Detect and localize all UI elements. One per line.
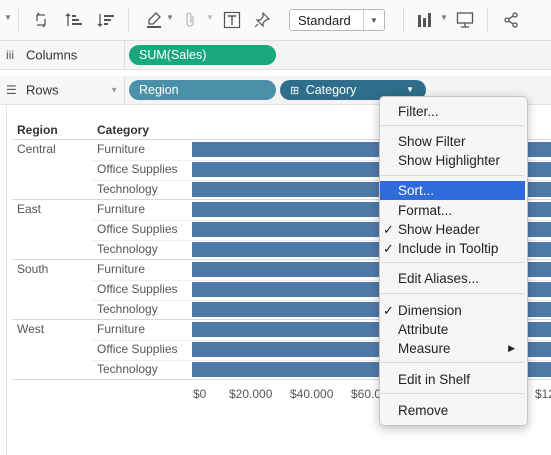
region-label[interactable]: West xyxy=(17,322,44,336)
rows-icon: ☰ xyxy=(6,83,17,97)
columns-label: Columns xyxy=(26,47,78,63)
chevron-down-icon: ▼ xyxy=(363,10,384,30)
menu-item-label: Format... xyxy=(398,203,453,218)
menu-separator xyxy=(381,393,524,394)
category-pill-label: Category xyxy=(305,83,357,97)
expand-icon: ⊞ xyxy=(290,85,300,97)
menu-item-show-header[interactable]: ✓ Show Header xyxy=(380,220,525,239)
menu-item-label: Edit in Shelf xyxy=(398,372,471,387)
menu-item-dimension[interactable]: ✓ Dimension xyxy=(380,301,525,320)
menu-item-label: Show Header xyxy=(398,222,480,237)
menu-item-filter[interactable]: Filter... xyxy=(380,102,525,121)
toolbar: ▼ ▼ ▼ Standard ▼ ▼ xyxy=(0,0,551,41)
mark-type-value: Standard xyxy=(298,13,351,28)
category-label[interactable]: Technology xyxy=(97,302,158,316)
dropdown-caret-icon[interactable]: ▼ xyxy=(4,13,12,22)
menu-item-measure[interactable]: Measure ▶ xyxy=(380,339,525,358)
category-label[interactable]: Office Supplies xyxy=(97,342,178,356)
category-label[interactable]: Office Supplies xyxy=(97,222,178,236)
sort-ascending-icon[interactable] xyxy=(64,10,84,30)
toolbar-divider xyxy=(18,8,19,32)
category-label[interactable]: Furniture xyxy=(97,262,145,276)
toolbar-divider xyxy=(487,8,488,32)
left-pane-edge xyxy=(0,105,7,455)
checkmark-icon: ✓ xyxy=(383,222,394,237)
category-label[interactable]: Technology xyxy=(97,182,158,196)
rows-label: Rows xyxy=(26,82,59,98)
menu-item-show-highlighter[interactable]: Show Highlighter xyxy=(380,151,525,170)
region-pill[interactable]: Region xyxy=(129,80,276,100)
menu-item-sort[interactable]: Sort... xyxy=(380,181,525,200)
chevron-down-icon[interactable]: ▼ xyxy=(110,86,118,95)
region-header[interactable]: Region xyxy=(17,123,58,137)
columns-shelf-label: iii Columns xyxy=(0,41,125,69)
region-label[interactable]: South xyxy=(17,262,48,276)
category-label[interactable]: Furniture xyxy=(97,322,145,336)
menu-item-edit-aliases[interactable]: Edit Aliases... xyxy=(380,269,525,288)
menu-item-label: Remove xyxy=(398,403,449,418)
menu-item-attribute[interactable]: Attribute xyxy=(380,320,525,339)
sum-sales-pill[interactable]: SUM(Sales) xyxy=(129,45,276,65)
bar-chart-caret-icon[interactable]: ▼ xyxy=(440,13,448,22)
columns-icon: iii xyxy=(6,48,14,62)
menu-item-label: Show Highlighter xyxy=(398,153,501,168)
menu-item-label: Filter... xyxy=(398,104,439,119)
menu-separator xyxy=(381,293,524,294)
highlighter-icon[interactable] xyxy=(144,10,164,30)
rows-shelf-label: ☰ Rows ▼ xyxy=(0,76,125,104)
menu-separator xyxy=(381,362,524,363)
share-icon[interactable] xyxy=(501,10,521,30)
menu-item-label: Measure xyxy=(398,341,451,356)
menu-separator xyxy=(381,262,524,263)
sort-descending-icon[interactable] xyxy=(96,10,116,30)
columns-shelf: iii Columns SUM(Sales) xyxy=(0,41,551,70)
menu-item-remove[interactable]: Remove xyxy=(380,401,525,420)
axis-tick-label: $12 xyxy=(535,387,551,401)
mark-type-select[interactable]: Standard ▼ xyxy=(289,9,385,31)
toolbar-divider xyxy=(128,8,129,32)
menu-item-label: Edit Aliases... xyxy=(398,271,480,286)
paperclip-caret-icon: ▼ xyxy=(206,13,214,22)
menu-item-label: Attribute xyxy=(398,322,449,337)
highlighter-caret-icon[interactable]: ▼ xyxy=(166,13,174,22)
menu-item-label: Show Filter xyxy=(398,134,466,149)
swap-icon[interactable] xyxy=(32,10,52,30)
category-label[interactable]: Technology xyxy=(97,242,158,256)
bar-chart-icon[interactable] xyxy=(416,10,436,30)
menu-item-format[interactable]: Format... xyxy=(380,201,525,220)
checkmark-icon: ✓ xyxy=(383,303,394,318)
axis-tick-label: $60.0 xyxy=(351,387,382,401)
region-label[interactable]: East xyxy=(17,202,41,216)
axis-tick-label: $40.000 xyxy=(290,387,334,401)
text-label-icon[interactable] xyxy=(222,10,242,30)
menu-item-label: Sort... xyxy=(398,183,435,198)
menu-item-show-filter[interactable]: Show Filter xyxy=(380,132,525,151)
menu-separator xyxy=(381,175,524,176)
menu-item-label: Include in Tooltip xyxy=(398,241,499,256)
axis-tick-label: $20.000 xyxy=(229,387,273,401)
submenu-arrow-icon: ▶ xyxy=(508,343,515,353)
toolbar-divider xyxy=(403,8,404,32)
paperclip-icon xyxy=(180,10,200,30)
region-label[interactable]: Central xyxy=(17,142,56,156)
menu-item-include-in-tooltip[interactable]: ✓ Include in Tooltip xyxy=(380,239,525,258)
category-label[interactable]: Furniture xyxy=(97,202,145,216)
axis-tick-label: $0 xyxy=(193,387,207,401)
menu-item-edit-in-shelf[interactable]: Edit in Shelf xyxy=(380,370,525,389)
category-context-menu: Filter... Show Filter Show Highlighter Sort… xyxy=(379,96,528,426)
category-label[interactable]: Technology xyxy=(97,362,158,376)
category-label[interactable]: Furniture xyxy=(97,142,145,156)
category-header[interactable]: Category xyxy=(97,123,149,137)
pin-icon[interactable] xyxy=(252,10,272,30)
menu-item-label: Dimension xyxy=(398,303,462,318)
checkmark-icon: ✓ xyxy=(383,241,394,256)
category-label[interactable]: Office Supplies xyxy=(97,162,178,176)
category-label[interactable]: Office Supplies xyxy=(97,282,178,296)
presentation-icon[interactable] xyxy=(455,10,475,30)
menu-separator xyxy=(381,125,524,126)
